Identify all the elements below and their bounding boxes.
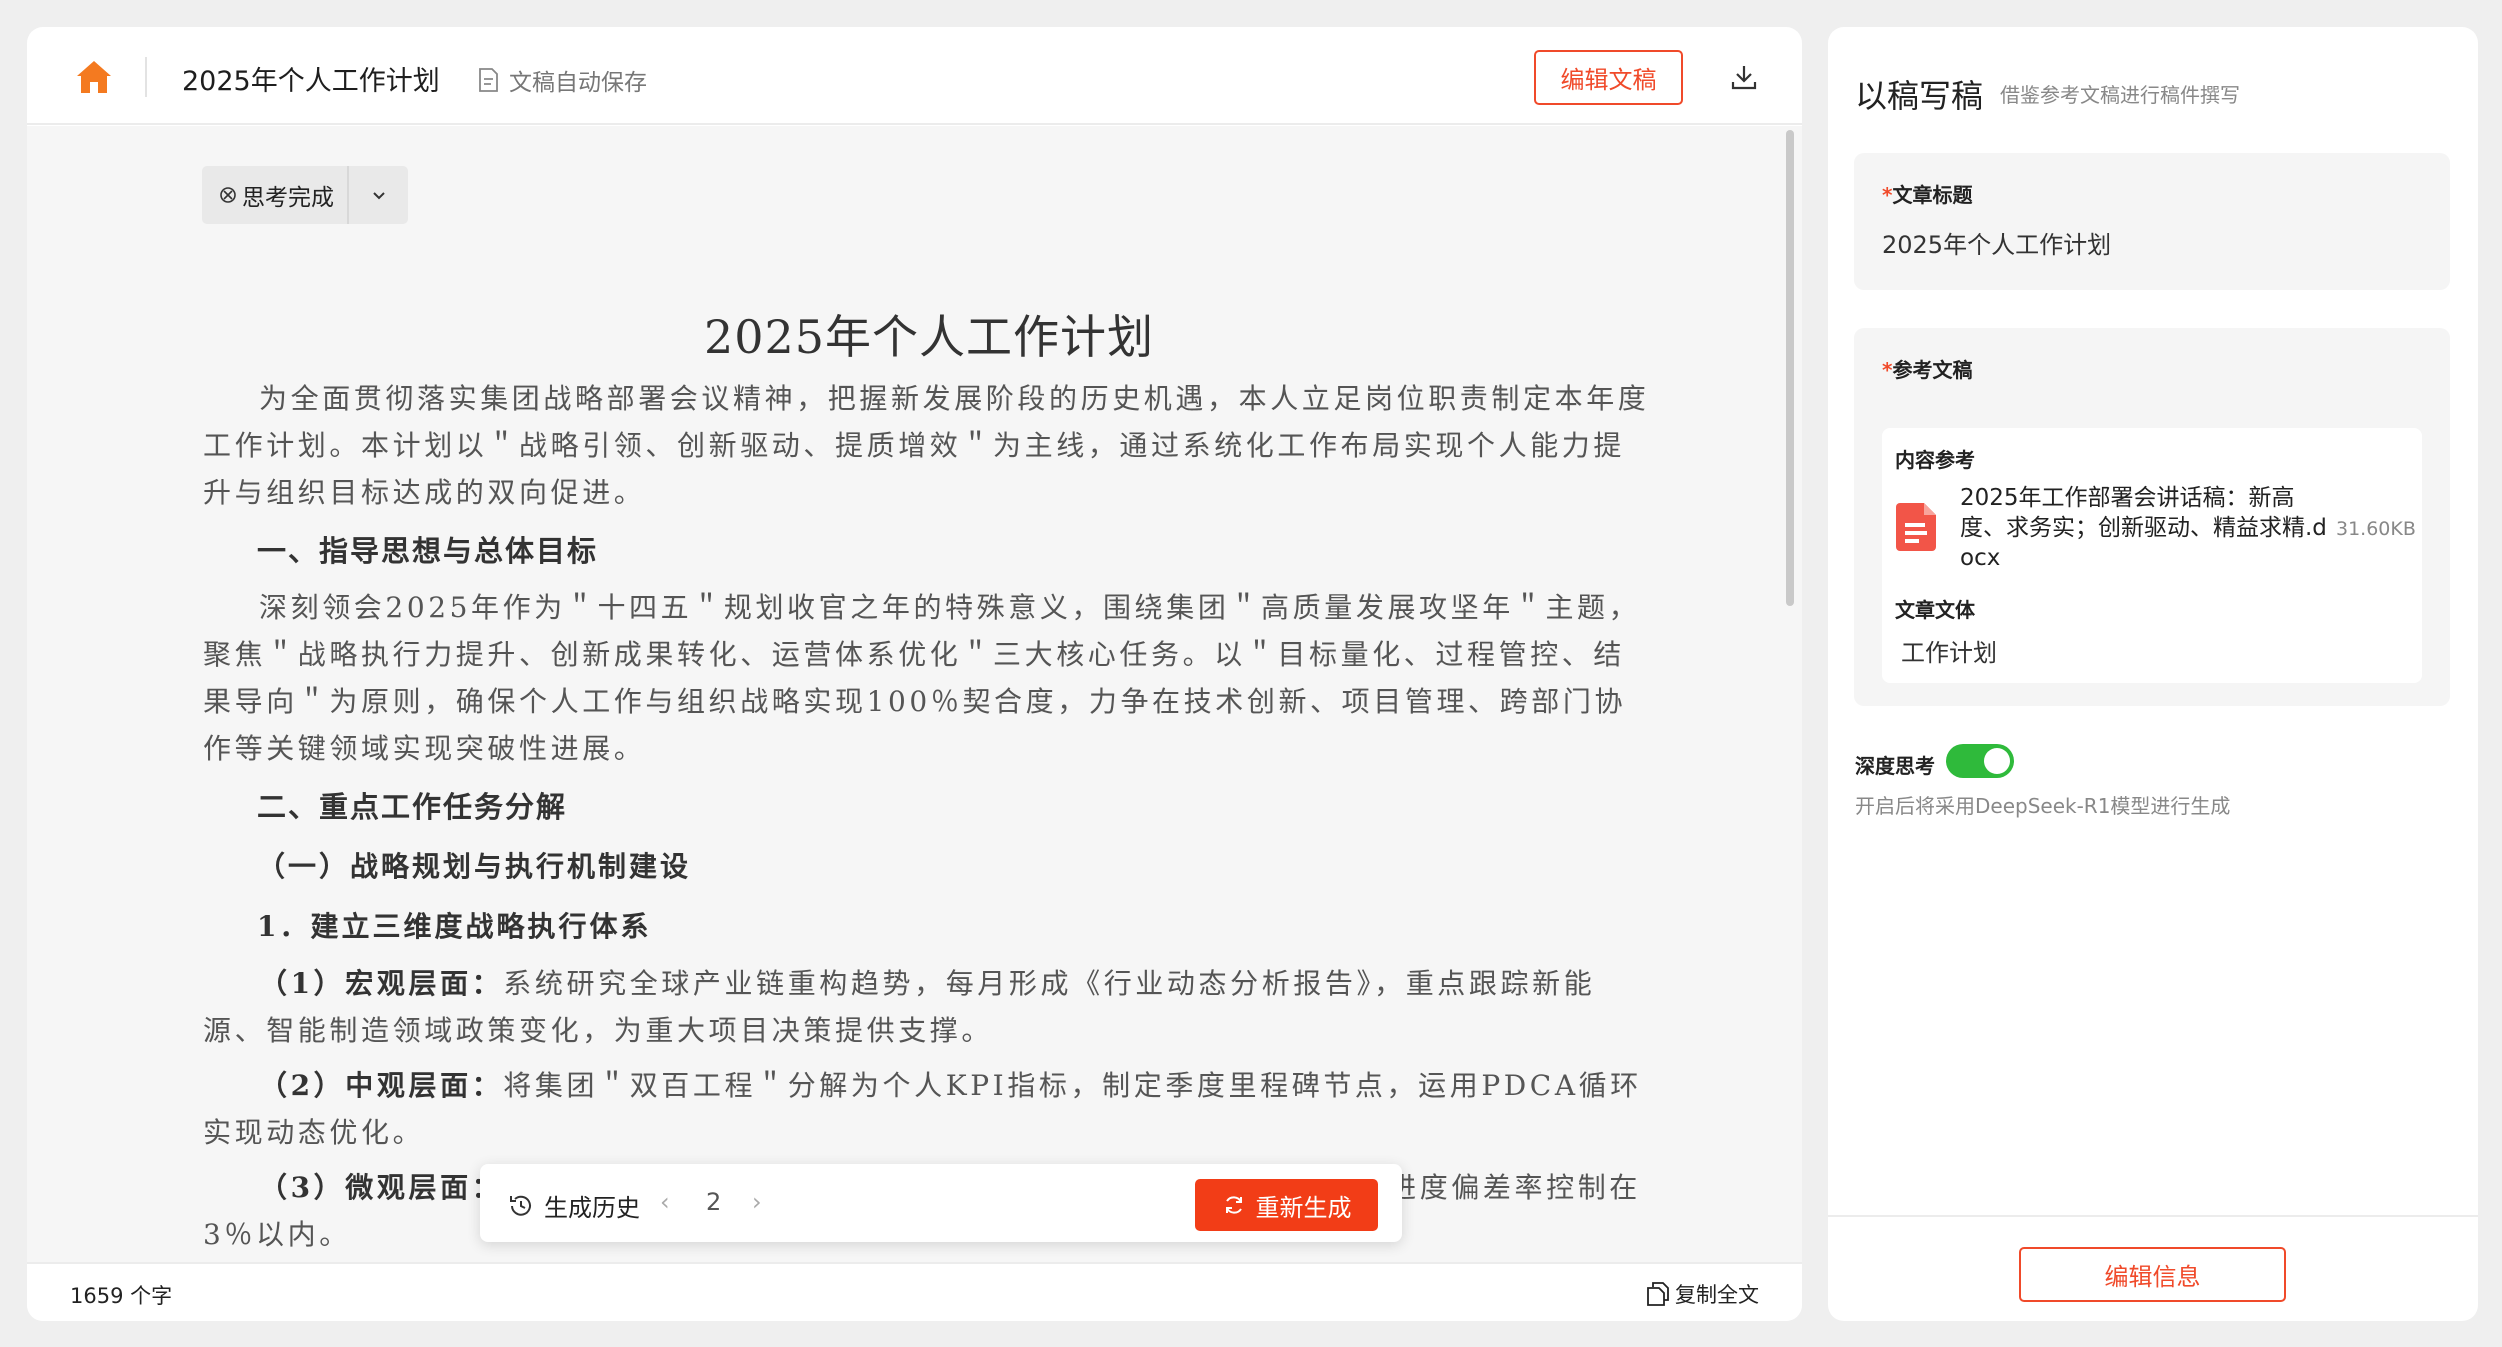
download-icon[interactable]	[1730, 63, 1758, 91]
section-heading: 二、重点工作任务分解	[257, 790, 568, 824]
genre-value: 工作计划	[1901, 639, 1997, 667]
history-clock-icon	[510, 1195, 531, 1216]
article-title-value: 2025年个人工作计划	[1882, 231, 2112, 259]
article-title: 2025年个人工作计划	[703, 310, 1155, 364]
edit-document-button[interactable]: 编辑文稿	[1534, 50, 1683, 105]
editor-footer: 1659 个字 复制全文	[27, 1262, 1802, 1321]
settings-sidebar: 以稿写稿 借鉴参考文稿进行稿件撰写 *文章标题 2025年个人工作计划 *参考文…	[1828, 27, 2478, 1321]
thinking-expand-toggle[interactable]	[349, 185, 408, 205]
section-paragraph: 深刻领会2025年作为＂十四五＂规划收官之年的特殊意义，围绕集团＂高质量发展攻坚…	[203, 591, 1641, 765]
sidebar-subtitle: 借鉴参考文稿进行稿件撰写	[2000, 83, 2240, 107]
item-lead: （1）宏观层面：	[259, 967, 504, 1000]
genre-label: 文章文体	[1895, 598, 1975, 622]
reference-label: *参考文稿	[1882, 358, 1973, 382]
reference-file-name[interactable]: 2025年工作部署会讲话稿：新高度、求务实；创新驱动、精益求精.docx	[1960, 483, 2330, 573]
thinking-status[interactable]: 思考完成	[202, 166, 349, 224]
edit-info-button[interactable]: 编辑信息	[2019, 1247, 2286, 1302]
copy-all-label: 复制全文	[1675, 1283, 1759, 1307]
editor-panel: 2025年个人工作计划 文稿自动保存 编辑文稿 思考完成 2025年个人工作计划…	[27, 27, 1802, 1321]
deep-think-toggle[interactable]	[1946, 744, 2014, 778]
reference-file-size: 31.60KB	[2336, 518, 2416, 540]
item-lead: （2）中观层面：	[259, 1069, 504, 1102]
regenerate-label: 重新生成	[1255, 1193, 1352, 1222]
content-reference-label: 内容参考	[1895, 448, 1975, 472]
article-content: 2025年个人工作计划 为全面贯彻落实集团战略部署会议精神，把握新发展阶段的历史…	[203, 301, 1655, 1258]
article-title-card: *文章标题 2025年个人工作计划	[1854, 153, 2450, 290]
document-scrollbar[interactable]	[1786, 130, 1794, 606]
document-canvas[interactable]: 思考完成 2025年个人工作计划 为全面贯彻落实集团战略部署会议精神，把握新发展…	[27, 126, 1802, 1262]
history-label: 生成历史	[544, 1194, 640, 1222]
autosave-label: 文稿自动保存	[509, 70, 647, 96]
generation-history-bar: 生成历史 ‹ 2 › 重新生成	[480, 1164, 1402, 1242]
required-mark: *	[1882, 183, 1893, 207]
editor-toolbar: 2025年个人工作计划 文稿自动保存 编辑文稿	[27, 27, 1802, 125]
history-button[interactable]: 生成历史	[508, 1188, 640, 1223]
deepthink-icon	[220, 187, 236, 203]
copy-icon	[1647, 1282, 1669, 1306]
thinking-status-dropdown[interactable]: 思考完成	[202, 166, 408, 224]
history-prev-button[interactable]: ‹	[660, 1188, 670, 1216]
reference-detail: 内容参考 2025年工作部署会讲话稿：新高度、求务实；创新驱动、精益求精.doc…	[1882, 428, 2422, 683]
item-heading: 1．建立三维度战略执行体系	[257, 910, 652, 943]
word-count: 1659 个字	[70, 1284, 173, 1308]
autosave-status: 文稿自动保存	[477, 63, 647, 97]
document-file-icon	[1896, 503, 1936, 551]
regenerate-button[interactable]: 重新生成	[1195, 1179, 1378, 1231]
item-paragraph: （2）中观层面：将集团＂双百工程＂分解为个人KPI指标，制定季度里程碑节点，运用…	[203, 1062, 1655, 1156]
chevron-down-icon	[372, 192, 385, 200]
history-next-button[interactable]: ›	[752, 1188, 762, 1216]
copy-all-button[interactable]: 复制全文	[1647, 1279, 1759, 1309]
item-paragraph: （1）宏观层面：系统研究全球产业链重构趋势，每月形成《行业动态分析报告》，重点跟…	[203, 960, 1655, 1054]
thinking-status-label: 思考完成	[242, 185, 334, 211]
refresh-icon	[1225, 1196, 1242, 1214]
toolbar-divider	[145, 57, 147, 97]
article-title-label: *文章标题	[1882, 183, 1973, 207]
subsection-heading: （一）战略规划与执行机制建设	[257, 850, 692, 883]
item-lead: （3）微观层面：	[259, 1171, 504, 1204]
sidebar-footer: 编辑信息	[1828, 1215, 2478, 1321]
section-heading: 一、指导思想与总体目标	[257, 534, 599, 568]
sidebar-title: 以稿写稿	[1855, 77, 1984, 115]
deep-think-label: 深度思考	[1855, 754, 1935, 778]
toggle-knob	[1984, 748, 2010, 774]
reference-card: *参考文稿 内容参考 2025年工作部署会讲话稿：新高度、求务实；创新驱动、精益…	[1854, 328, 2450, 706]
document-icon	[479, 68, 498, 92]
required-mark: *	[1882, 358, 1893, 382]
article-intro: 为全面贯彻落实集团战略部署会议精神，把握新发展阶段的历史机遇，本人立足岗位职责制…	[203, 382, 1650, 509]
document-title: 2025年个人工作计划	[182, 66, 440, 97]
deep-think-hint: 开启后将采用DeepSeek-R1模型进行生成	[1855, 794, 2231, 818]
home-icon[interactable]	[75, 59, 113, 95]
history-page-number: 2	[706, 1188, 722, 1216]
